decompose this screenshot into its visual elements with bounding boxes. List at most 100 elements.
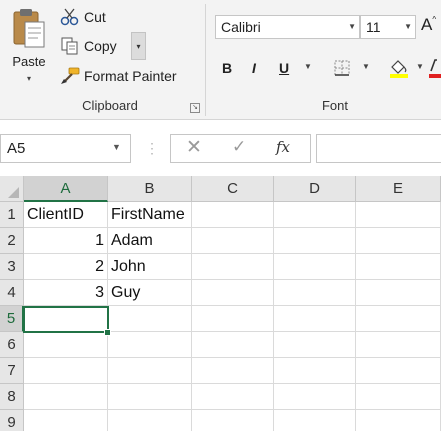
cell-b2[interactable]: Adam [108, 228, 192, 254]
cell-e8[interactable] [356, 384, 441, 410]
copy-dropdown-arrow-icon[interactable]: ▾ [131, 32, 146, 60]
cell-d7[interactable] [274, 358, 356, 384]
cell-d1[interactable] [274, 202, 356, 228]
row-header-9[interactable]: 9 [0, 410, 24, 431]
cell-b7[interactable] [108, 358, 192, 384]
cell-d5[interactable] [274, 306, 356, 332]
clipboard-dialog-launcher-icon[interactable]: ↘ [190, 103, 200, 113]
underline-dropdown-icon[interactable]: ▼ [304, 62, 312, 71]
caret-up-icon: ^ [432, 15, 437, 24]
cell-c1[interactable] [192, 202, 274, 228]
cell-c7[interactable] [192, 358, 274, 384]
paintbrush-icon [60, 67, 80, 85]
row-header-6[interactable]: 6 [0, 332, 24, 358]
font-name-select[interactable]: Calibri ▼ [215, 15, 360, 39]
row-header-2[interactable]: 2 [0, 228, 24, 254]
grow-font-label: A [421, 15, 433, 34]
cell-e1[interactable] [356, 202, 441, 228]
cell-a4[interactable]: 3 [24, 280, 108, 306]
font-size-select[interactable]: 11 ▼ [360, 15, 416, 39]
cell-b3[interactable]: John [108, 254, 192, 280]
row-header-5[interactable]: 5 [0, 306, 24, 332]
cell-d9[interactable] [274, 410, 356, 431]
column-header-d[interactable]: D [274, 176, 356, 202]
column-header-a[interactable]: A [24, 176, 108, 202]
cell-e7[interactable] [356, 358, 441, 384]
chevron-down-icon: ▼ [348, 22, 356, 31]
font-color-button[interactable] [429, 57, 441, 79]
format-painter-button[interactable]: Format Painter [60, 65, 177, 87]
cell-e3[interactable] [356, 254, 441, 280]
cell-c9[interactable] [192, 410, 274, 431]
fill-handle[interactable] [104, 329, 111, 336]
row-header-3[interactable]: 3 [0, 254, 24, 280]
format-painter-label: Format Painter [84, 68, 177, 84]
ribbon-group-separator [205, 4, 206, 116]
cell-b8[interactable] [108, 384, 192, 410]
cell-a1[interactable]: ClientID [24, 202, 108, 228]
cell-e2[interactable] [356, 228, 441, 254]
select-all-button[interactable] [0, 176, 24, 202]
cancel-entry-icon[interactable]: ✕ [186, 136, 202, 159]
column-header-c[interactable]: C [192, 176, 274, 202]
cell-c4[interactable] [192, 280, 274, 306]
cell-c8[interactable] [192, 384, 274, 410]
underline-button[interactable]: U [279, 57, 289, 79]
column-header-b[interactable]: B [108, 176, 192, 202]
cell-b5[interactable] [108, 306, 192, 332]
paint-bucket-icon [390, 60, 408, 78]
paste-icon [13, 9, 45, 48]
confirm-entry-icon[interactable]: ✓ [232, 137, 246, 157]
font-group-label: Font [321, 98, 348, 113]
cell-d8[interactable] [274, 384, 356, 410]
borders-icon [334, 60, 350, 76]
cell-c2[interactable] [192, 228, 274, 254]
row-header-8[interactable]: 8 [0, 384, 24, 410]
cell-e4[interactable] [356, 280, 441, 306]
cell-a3[interactable]: 2 [24, 254, 108, 280]
cell-b4[interactable]: Guy [108, 280, 192, 306]
cell-e6[interactable] [356, 332, 441, 358]
insert-function-button[interactable]: fx [276, 138, 290, 156]
borders-dropdown-icon[interactable]: ▼ [362, 62, 370, 71]
cell-c5[interactable] [192, 306, 274, 332]
formula-bar-grip-icon[interactable]: ⋮ [145, 140, 159, 157]
bold-label: B [222, 60, 233, 76]
cell-d6[interactable] [274, 332, 356, 358]
cell-a9[interactable] [24, 410, 108, 431]
paste-dropdown-arrow-icon[interactable]: ▾ [4, 74, 54, 83]
cell-c6[interactable] [192, 332, 274, 358]
font-size-value: 11 [366, 19, 381, 35]
cell-e9[interactable] [356, 410, 441, 431]
italic-button[interactable]: I [252, 57, 256, 79]
cell-d2[interactable] [274, 228, 356, 254]
cell-a2[interactable]: 1 [24, 228, 108, 254]
cell-a8[interactable] [24, 384, 108, 410]
cut-button[interactable]: Cut [60, 6, 106, 28]
row-header-7[interactable]: 7 [0, 358, 24, 384]
cell-b1[interactable]: FirstName [108, 202, 192, 228]
row-header-4[interactable]: 4 [0, 280, 24, 306]
cell-c3[interactable] [192, 254, 274, 280]
worksheet-grid: A B C D E 1 2 3 4 5 6 7 8 9 ClientID Firs… [0, 176, 441, 431]
fill-color-dropdown-icon[interactable]: ▼ [416, 62, 424, 71]
cell-b9[interactable] [108, 410, 192, 431]
fill-color-button[interactable] [388, 57, 410, 79]
paste-button[interactable]: Paste ▾ [4, 4, 54, 92]
borders-button[interactable] [333, 57, 351, 79]
column-header-e[interactable]: E [356, 176, 441, 202]
row-header-1[interactable]: 1 [0, 202, 24, 228]
name-box-dropdown-icon[interactable]: ▼ [112, 142, 121, 152]
cell-d3[interactable] [274, 254, 356, 280]
name-box-value: A5 [7, 140, 26, 157]
cell-d4[interactable] [274, 280, 356, 306]
formula-input[interactable] [316, 134, 441, 163]
clipboard-group-label: Clipboard [82, 98, 138, 113]
grow-font-button[interactable]: A^ [421, 15, 436, 35]
bold-button[interactable]: B [222, 57, 232, 79]
cell-a6[interactable] [24, 332, 108, 358]
cell-b6[interactable] [108, 332, 192, 358]
cell-a7[interactable] [24, 358, 108, 384]
copy-button[interactable]: Copy [60, 35, 117, 57]
cell-e5[interactable] [356, 306, 441, 332]
